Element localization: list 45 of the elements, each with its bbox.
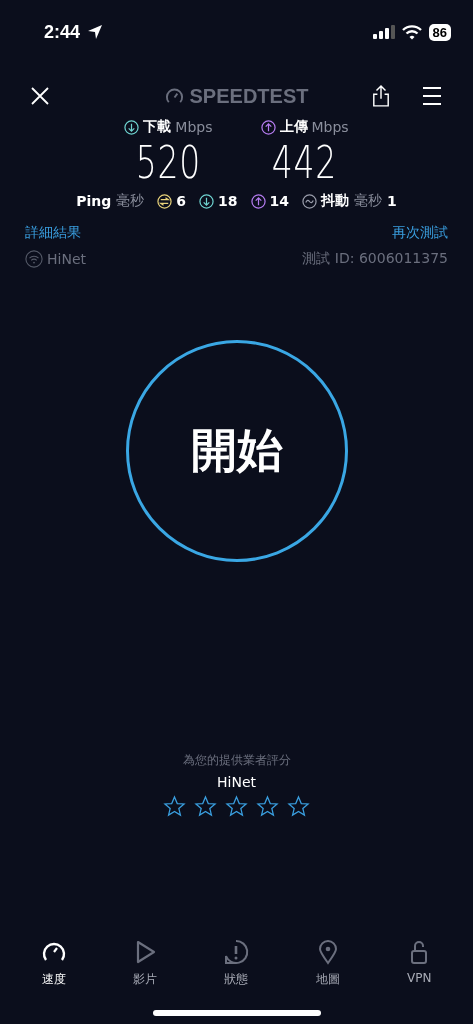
result-label: 下載	[143, 118, 172, 136]
ping-value: 6	[176, 193, 187, 209]
jitter-label: 抖動	[321, 192, 349, 210]
location-arrow-icon	[87, 24, 104, 40]
start-button[interactable]: 開始	[125, 340, 348, 562]
idle-ping-icon	[157, 193, 173, 209]
menu-icon[interactable]	[422, 87, 442, 105]
tab[interactable]: 影片	[109, 939, 182, 988]
wifi-icon	[401, 24, 422, 40]
tab[interactable]: 速度	[17, 939, 90, 988]
result-unit: Mbps	[175, 119, 213, 135]
status-time: 2:44	[44, 21, 81, 43]
result-value: 520	[135, 136, 202, 190]
signal-icon	[372, 25, 395, 39]
rating-prompt: 為您的提供業者評分	[182, 752, 291, 769]
ping-unit: 毫秒	[116, 192, 145, 210]
tab[interactable]: 地圖	[291, 939, 364, 988]
wifi-icon	[25, 250, 43, 268]
result-label: 上傳	[279, 118, 308, 136]
tab[interactable]: 狀態	[200, 939, 273, 988]
result-unit: Mbps	[311, 119, 349, 135]
star-icon[interactable]	[287, 795, 310, 818]
result-value: 442	[271, 136, 338, 190]
ping-label: Ping	[76, 193, 112, 209]
star-rating[interactable]	[163, 795, 310, 818]
star-icon[interactable]	[256, 795, 279, 818]
star-icon[interactable]	[194, 795, 217, 818]
wave-icon	[302, 193, 317, 209]
retest-link[interactable]: 再次測試	[392, 224, 448, 242]
ping-value: 14	[269, 193, 289, 209]
test-id: 測試 ID: 6006011375	[302, 250, 448, 268]
rating-provider: HiNet	[217, 774, 256, 790]
jitter-value: 1	[387, 193, 397, 209]
star-icon[interactable]	[163, 795, 186, 818]
battery-level: 86	[428, 23, 451, 41]
tab[interactable]: VPN	[383, 939, 456, 988]
star-icon[interactable]	[225, 795, 248, 818]
jitter-unit: 毫秒	[354, 192, 382, 210]
details-link[interactable]: 詳細結果	[25, 224, 81, 242]
app-logo: SPEEDTEST	[189, 84, 309, 108]
provider-name: HiNet	[47, 251, 86, 267]
ping-value: 18	[218, 193, 238, 209]
share-icon[interactable]	[372, 85, 390, 107]
close-icon[interactable]	[30, 86, 50, 106]
alert-icon	[223, 939, 250, 965]
